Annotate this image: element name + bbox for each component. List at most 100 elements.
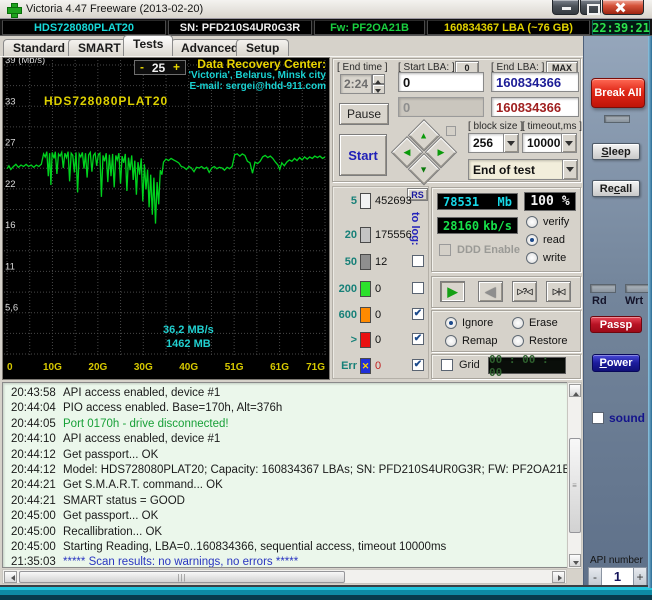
svg-text:33: 33 xyxy=(5,96,16,107)
graph-readout: 36,2 MB/s 1462 MB xyxy=(163,323,214,351)
power-button[interactable]: Power xyxy=(592,354,640,372)
svg-text:39 (Mb/s): 39 (Mb/s) xyxy=(5,58,45,66)
to-log-checkbox-err[interactable]: ✔ xyxy=(412,359,424,371)
log-vertical-scrollbar[interactable]: ≡ xyxy=(567,382,582,569)
api-number-plus-button[interactable]: + xyxy=(633,567,647,586)
counter-label: 600 xyxy=(338,309,357,321)
sound-checkbox-box[interactable] xyxy=(592,412,604,424)
radio-button-write[interactable] xyxy=(526,252,538,264)
zoom-out-button[interactable]: - xyxy=(135,61,149,73)
radio-button-erase[interactable] xyxy=(512,317,524,329)
defect-action-radio-restore[interactable]: Restore xyxy=(512,335,568,347)
log-line: 20:44:21 SMART status = GOOD xyxy=(3,495,567,510)
event-log[interactable]: 20:43:58 API access enabled, device #1 20:… xyxy=(2,382,567,568)
sleep-button[interactable]: Sleep xyxy=(592,143,640,160)
counter-label: 20 xyxy=(344,229,357,241)
title-bar[interactable]: Victoria 4.47 Freeware (2013-02-20) xyxy=(0,0,652,19)
log-horizontal-scrollbar[interactable]: ||| xyxy=(2,569,567,584)
minimize-button[interactable] xyxy=(552,0,579,15)
sound-label: sound xyxy=(609,411,645,425)
scroll-up-button[interactable] xyxy=(569,384,581,397)
log-message: PIO access enabled. Base=170h, Alt=376h xyxy=(63,402,283,415)
side-button-strip: Break All Sleep Re c all Rd Wrt Passp Powe… xyxy=(583,36,652,588)
speed-lcd: 28160 kb/s xyxy=(437,217,518,234)
defect-action-radio-ignore[interactable]: Ignore xyxy=(445,317,493,329)
grid-checkbox-box[interactable] xyxy=(441,359,453,371)
timeout-select[interactable]: 10000 xyxy=(522,133,577,153)
graph-zoom-control[interactable]: - 25 + xyxy=(134,60,186,75)
svg-text:10G: 10G xyxy=(43,362,62,373)
maximize-button[interactable] xyxy=(580,0,601,15)
reverse-button[interactable]: ◀ xyxy=(478,281,503,302)
defect-action-radio-remap[interactable]: Remap xyxy=(445,335,497,347)
seek-option-checkbox[interactable] xyxy=(446,126,456,136)
tab-smart[interactable]: SMART xyxy=(68,39,131,56)
to-log-checkbox-600[interactable]: ✔ xyxy=(412,308,424,320)
rw-mode-radio-write[interactable]: write xyxy=(526,252,566,264)
grid-checkbox[interactable]: Grid xyxy=(441,359,480,371)
log-message: ***** Scan results: no warnings, no erro… xyxy=(63,556,299,568)
end-action-select[interactable]: End of test xyxy=(468,159,578,180)
radio-button-restore[interactable] xyxy=(512,335,524,347)
radio-button-read[interactable] xyxy=(526,234,538,246)
radio-label-ignore: Ignore xyxy=(462,317,494,329)
close-button[interactable] xyxy=(602,0,644,15)
defect-action-radio-erase[interactable]: Erase xyxy=(512,317,558,329)
to-log-checkbox-200[interactable] xyxy=(412,282,424,294)
end-time-up[interactable] xyxy=(372,74,385,84)
timeout-dropdown-arrow[interactable] xyxy=(561,134,576,152)
rw-mode-radio-verify[interactable]: verify xyxy=(526,216,569,228)
recall-label-pre: Re xyxy=(599,182,614,195)
recall-button[interactable]: Re c all xyxy=(592,180,640,197)
play-icon: ▶ xyxy=(447,283,458,299)
log-message: Starting Reading, LBA=0..160834366, sequ… xyxy=(63,540,447,553)
passport-button[interactable]: Passp xyxy=(590,316,642,333)
zoom-in-button[interactable]: + xyxy=(168,61,185,73)
ddd-enable-box[interactable] xyxy=(439,244,451,256)
counter-row->: >0 ✔ xyxy=(333,332,430,350)
scroll-left-button[interactable] xyxy=(4,571,17,583)
log-timestamp: 20:44:05 xyxy=(11,417,56,430)
svg-text:51G: 51G xyxy=(225,362,244,373)
end-lba-input[interactable]: 160834366 xyxy=(491,72,579,92)
tab-standard[interactable]: Standard xyxy=(3,39,76,56)
skip-question-button[interactable]: ▷?◁ xyxy=(512,281,537,302)
radio-label-write: write xyxy=(543,252,567,264)
block-size-dropdown-arrow[interactable] xyxy=(503,134,518,152)
log-line: 20:43:58 API access enabled, device #1 xyxy=(3,387,567,402)
rw-mode-radio-read[interactable]: read xyxy=(526,234,565,246)
horizontal-scroll-thumb[interactable]: ||| xyxy=(19,571,345,583)
tab-tests[interactable]: Tests xyxy=(123,35,174,56)
end-time-spinner[interactable]: 2:24 xyxy=(340,74,385,94)
ddd-enable-checkbox[interactable]: DDD Enable xyxy=(439,244,520,256)
start-button[interactable]: Start xyxy=(339,134,387,176)
to-log-checkbox-50[interactable] xyxy=(412,255,424,267)
to-log-checkbox->[interactable]: ✔ xyxy=(412,333,424,345)
break-all-button[interactable]: Break All xyxy=(591,78,645,108)
elapsed-timer-lcd: 00 : 00 : 00 xyxy=(488,353,566,379)
start-lba-input[interactable]: 0 xyxy=(398,72,484,92)
scroll-down-button[interactable] xyxy=(569,554,581,567)
sound-checkbox[interactable]: sound xyxy=(592,411,645,425)
vertical-scroll-thumb[interactable]: ≡ xyxy=(569,438,581,533)
current-end-lba-display: 160834366 xyxy=(491,97,579,117)
progress-value: 100 xyxy=(530,194,554,209)
radio-button-remap[interactable] xyxy=(445,335,457,347)
skip-end-button[interactable]: ▷|◁ xyxy=(546,281,571,302)
pause-button[interactable]: Pause xyxy=(339,103,389,125)
block-size-select[interactable]: 256 xyxy=(468,133,519,153)
radio-button-verify[interactable] xyxy=(526,216,538,228)
tab-setup[interactable]: Setup xyxy=(236,39,290,56)
counter-color-block xyxy=(360,193,371,209)
api-number-minus-button[interactable]: - xyxy=(588,567,602,586)
drive-capacity: 160834367 LBA (~76 GB) xyxy=(427,20,590,35)
vendor-banner: Data Recovery Center: 'Victoria', Belaru… xyxy=(189,58,326,92)
svg-text:11: 11 xyxy=(5,261,15,272)
end-action-dropdown-arrow[interactable] xyxy=(562,160,577,179)
scroll-right-button[interactable] xyxy=(552,571,565,583)
log-timestamp: 20:45:00 xyxy=(11,540,56,553)
radio-button-ignore[interactable] xyxy=(445,317,457,329)
play-button[interactable]: ▶ xyxy=(440,281,465,302)
end-time-down[interactable] xyxy=(372,84,385,94)
log-line: 20:45:00 Starting Reading, LBA=0..1608343… xyxy=(3,541,567,556)
